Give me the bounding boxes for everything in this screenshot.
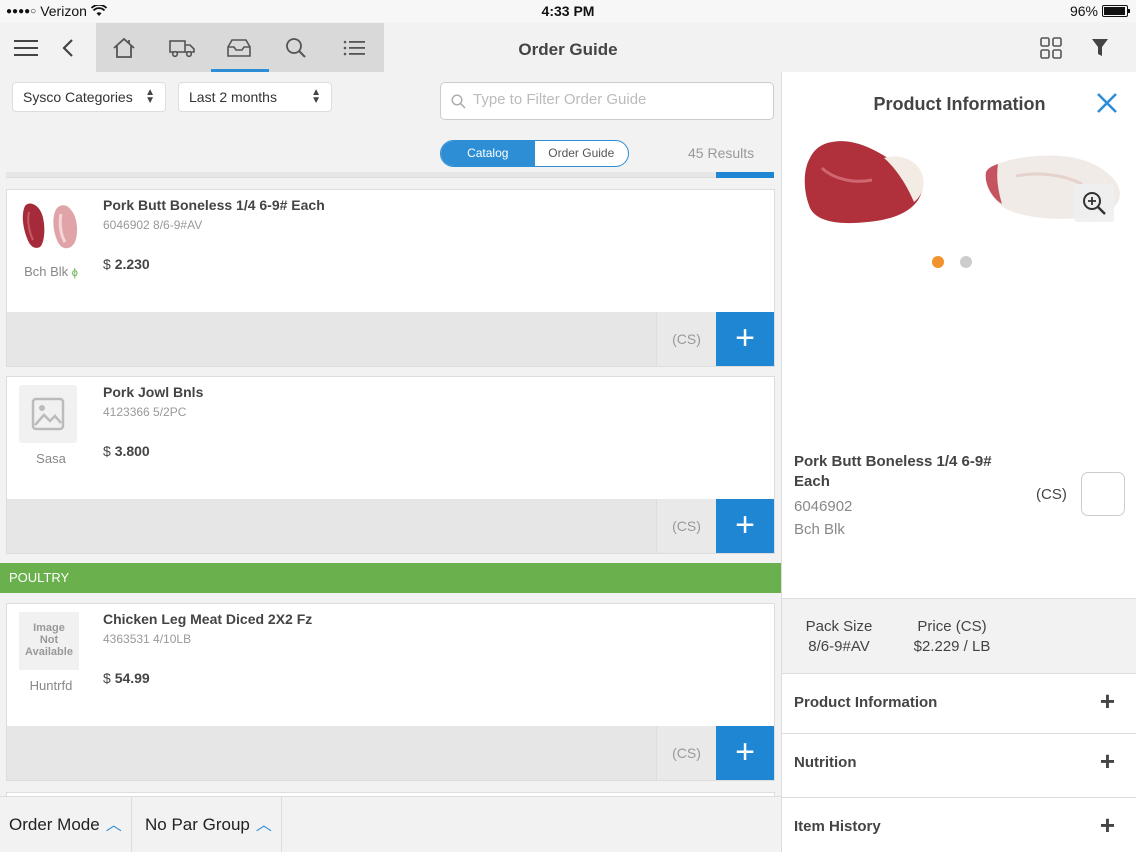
nav-tab-group bbox=[96, 23, 384, 72]
date-range-select[interactable]: Last 2 months ▲ ▼ bbox=[178, 82, 332, 112]
search-icon[interactable] bbox=[268, 23, 324, 72]
carousel-dot[interactable] bbox=[960, 256, 972, 268]
product-list[interactable]: Bch Blk ϕ Pork Butt Boneless 1/4 6-9# Ea… bbox=[0, 172, 781, 796]
product-price: $ 54.99 bbox=[103, 670, 150, 686]
expand-plus-icon: + bbox=[1099, 746, 1115, 776]
product-code: 4363531 4/10LB bbox=[103, 632, 192, 646]
close-icon[interactable] bbox=[1092, 88, 1122, 118]
product-card[interactable]: Sasa Pork Jowl Bnls 4123366 5/2PC $ 3.80… bbox=[6, 376, 775, 554]
top-nav: Order Guide bbox=[0, 22, 1136, 72]
chevron-up-icon: ︿ bbox=[255, 817, 272, 834]
category-select-value: Sysco Categories bbox=[23, 89, 133, 105]
quantity-input[interactable] bbox=[1081, 472, 1125, 516]
add-to-order-button[interactable]: + bbox=[716, 312, 774, 366]
category-header-poultry: POULTRY bbox=[0, 563, 781, 593]
product-brand: Sasa bbox=[36, 451, 66, 466]
panel-title: Product Information bbox=[873, 94, 1046, 114]
detail-product-code: 6046902 bbox=[794, 498, 853, 515]
select-arrows-icon: ▲ ▼ bbox=[311, 87, 321, 106]
section-nutrition[interactable]: Nutrition + bbox=[782, 734, 1136, 798]
carousel-dot[interactable] bbox=[932, 256, 944, 268]
product-price: $ 3.800 bbox=[103, 443, 150, 459]
section-product-information[interactable]: Product Information + bbox=[782, 674, 1136, 734]
detail-product-name: Pork Butt Boneless 1/4 6-9# Each bbox=[794, 453, 992, 490]
previous-item-footer bbox=[6, 172, 716, 178]
date-range-select-value: Last 2 months bbox=[189, 89, 277, 105]
clock: 4:33 PM bbox=[541, 3, 595, 19]
unit-label: (CS) bbox=[656, 726, 716, 780]
status-bar: ●●●●○ Verizon 4:33 PM 96% bbox=[0, 0, 1136, 22]
active-tab-indicator bbox=[211, 69, 269, 72]
back-icon[interactable] bbox=[56, 34, 80, 62]
battery-percent: 96% bbox=[1069, 3, 1098, 19]
pack-size: Pack Size 8/6-9#AV bbox=[805, 618, 873, 655]
truck-icon[interactable] bbox=[154, 23, 210, 72]
page-title: Order Guide bbox=[518, 40, 618, 59]
expand-plus-icon: + bbox=[1099, 810, 1115, 840]
list-icon[interactable] bbox=[326, 23, 382, 72]
unit-label: (CS) bbox=[656, 499, 716, 553]
filter-search-box bbox=[440, 82, 774, 120]
chevron-up-icon: ︿ bbox=[105, 817, 122, 834]
menu-icon[interactable] bbox=[8, 34, 44, 62]
filter-search-input[interactable] bbox=[473, 91, 763, 108]
product-card[interactable]: Image Not Available Huntrfd Chicken Leg … bbox=[6, 603, 775, 781]
select-arrows-icon: ▲ ▼ bbox=[145, 87, 155, 106]
tab-catalog[interactable]: Catalog bbox=[441, 141, 535, 166]
product-name: Pork Butt Boneless 1/4 6-9# Each bbox=[103, 197, 325, 213]
bottom-bar: Order Mode ︿ No Par Group ︿ bbox=[0, 796, 781, 852]
detail-brand: Bch Blk bbox=[794, 521, 845, 538]
tab-order-guide[interactable]: Order Guide bbox=[535, 141, 629, 166]
section-item-history[interactable]: Item History + bbox=[782, 798, 1136, 852]
product-name: Chicken Leg Meat Diced 2X2 Fz bbox=[103, 611, 313, 627]
expand-plus-icon: + bbox=[1099, 686, 1115, 716]
product-code: 4123366 5/2PC bbox=[103, 405, 187, 419]
order-guide-tab-icon[interactable] bbox=[211, 23, 267, 72]
category-select[interactable]: Sysco Categories ▲ ▼ bbox=[12, 82, 166, 112]
product-brand: Bch Blk ϕ bbox=[24, 264, 78, 279]
product-detail-panel: Product Information Pork Butt Boneless 1… bbox=[781, 72, 1136, 852]
search-icon bbox=[451, 94, 466, 109]
case-price: Price (CS) $2.229 / LB bbox=[913, 618, 991, 655]
zoom-in-icon[interactable] bbox=[1074, 184, 1114, 222]
add-to-order-button[interactable]: + bbox=[716, 499, 774, 553]
product-specs: Pack Size 8/6-9#AV Price (CS) $2.229 / L… bbox=[782, 598, 1136, 674]
unit-label: (CS) bbox=[656, 312, 716, 366]
product-price: $ 2.230 bbox=[103, 256, 150, 272]
home-icon[interactable] bbox=[96, 23, 152, 72]
battery-icon bbox=[1102, 5, 1130, 17]
product-image[interactable] bbox=[19, 198, 83, 260]
product-image[interactable]: Image Not Available bbox=[19, 612, 83, 674]
carousel-dots bbox=[932, 256, 972, 268]
order-mode-button[interactable]: Order Mode ︿ bbox=[0, 797, 132, 852]
image-placeholder-icon bbox=[19, 385, 77, 443]
product-card[interactable]: Bch Blk ϕ Pork Butt Boneless 1/4 6-9# Ea… bbox=[6, 189, 775, 367]
leaf-icon: ϕ bbox=[71, 267, 78, 279]
view-toggle: Catalog Order Guide bbox=[440, 140, 629, 167]
add-to-order-button[interactable]: + bbox=[716, 726, 774, 780]
results-count: 45 Results bbox=[688, 145, 755, 161]
product-brand: Huntrfd bbox=[29, 678, 73, 693]
par-group-button[interactable]: No Par Group ︿ bbox=[132, 797, 282, 852]
detail-unit-label: (CS) bbox=[1036, 486, 1067, 503]
filter-icon[interactable] bbox=[1086, 34, 1114, 62]
grid-view-icon[interactable] bbox=[1036, 34, 1066, 62]
product-code: 6046902 8/6-9#AV bbox=[103, 218, 203, 232]
product-name: Pork Jowl Bnls bbox=[103, 384, 204, 400]
previous-item-add-button[interactable] bbox=[716, 172, 774, 178]
image-not-available: Image Not Available bbox=[19, 612, 79, 670]
product-image[interactable] bbox=[19, 385, 83, 447]
